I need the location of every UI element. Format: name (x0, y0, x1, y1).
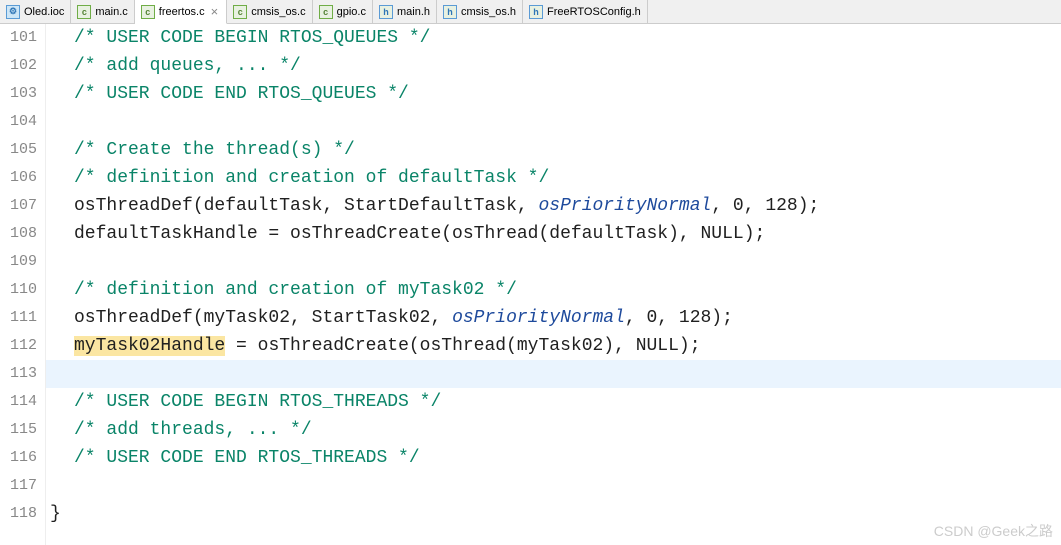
line-number: 106 (0, 164, 37, 192)
code-token: osThreadDef(myTask02, StartTask02, (74, 308, 452, 328)
code-line[interactable]: /* USER CODE BEGIN RTOS_THREADS */ (46, 388, 1061, 416)
line-number: 113 (0, 360, 37, 388)
code-token: /* USER CODE END RTOS_THREADS */ (74, 448, 420, 468)
tab-label: Oled.ioc (24, 6, 64, 18)
code-line[interactable]: /* add threads, ... */ (46, 416, 1061, 444)
editor-area: 1011021031041051061071081091101111121131… (0, 24, 1061, 545)
code-token: /* add threads, ... */ (74, 420, 312, 440)
code-line[interactable]: /* definition and creation of myTask02 *… (46, 276, 1061, 304)
code-token: , 0, 128); (711, 196, 819, 216)
line-number: 114 (0, 388, 37, 416)
h-file-icon: h (379, 5, 393, 19)
code-token: } (50, 504, 61, 524)
code-token: , 0, 128); (625, 308, 733, 328)
code-line[interactable]: osThreadDef(defaultTask, StartDefaultTas… (46, 192, 1061, 220)
line-number: 105 (0, 136, 37, 164)
c-file-icon: c (233, 5, 247, 19)
ioc-file-icon: ⚙ (6, 5, 20, 19)
line-number: 102 (0, 52, 37, 80)
tab-main-c[interactable]: c main.c (71, 0, 134, 23)
tab-cmsis_os-c[interactable]: c cmsis_os.c (227, 0, 312, 23)
tab-label: main.c (95, 6, 127, 18)
line-number: 108 (0, 220, 37, 248)
h-file-icon: h (529, 5, 543, 19)
line-number: 116 (0, 444, 37, 472)
line-number: 111 (0, 304, 37, 332)
line-number: 112 (0, 332, 37, 360)
c-file-icon: c (77, 5, 91, 19)
tab-freertos-c[interactable]: c freertos.c × (135, 0, 227, 24)
code-token: /* add queues, ... */ (74, 56, 301, 76)
code-token: myTask02Handle (74, 336, 225, 356)
code-line[interactable]: /* definition and creation of defaultTas… (46, 164, 1061, 192)
code-token: /* Create the thread(s) */ (74, 140, 355, 160)
code-token: /* USER CODE END RTOS_QUEUES */ (74, 84, 409, 104)
tab-label: gpio.c (337, 6, 366, 18)
code-line[interactable] (46, 472, 1061, 500)
code-line[interactable]: /* Create the thread(s) */ (46, 136, 1061, 164)
close-icon[interactable]: × (209, 4, 221, 19)
line-number: 115 (0, 416, 37, 444)
line-number-gutter: 1011021031041051061071081091101111121131… (0, 24, 46, 545)
code-token: osThreadDef(defaultTask, StartDefaultTas… (74, 196, 538, 216)
tab-freertosconfig-h[interactable]: h FreeRTOSConfig.h (523, 0, 648, 23)
code-token: defaultTaskHandle = osThreadCreate(osThr… (74, 224, 765, 244)
line-number: 109 (0, 248, 37, 276)
line-number: 110 (0, 276, 37, 304)
code-token: osPriorityNormal (538, 196, 711, 216)
code-line[interactable] (46, 248, 1061, 276)
line-number: 104 (0, 108, 37, 136)
line-number: 107 (0, 192, 37, 220)
code-line[interactable] (46, 108, 1061, 136)
code-area[interactable]: /* USER CODE BEGIN RTOS_QUEUES */ /* add … (46, 24, 1061, 545)
code-line[interactable]: myTask02Handle = osThreadCreate(osThread… (46, 332, 1061, 360)
tab-label: freertos.c (159, 6, 205, 18)
code-token: /* definition and creation of myTask02 *… (74, 280, 517, 300)
tab-oled-ioc[interactable]: ⚙ Oled.ioc (0, 0, 71, 23)
code-token: = osThreadCreate(osThread(myTask02), NUL… (225, 336, 700, 356)
tab-gpio-c[interactable]: c gpio.c (313, 0, 373, 23)
code-line[interactable]: /* USER CODE END RTOS_THREADS */ (46, 444, 1061, 472)
code-line[interactable] (46, 360, 1061, 388)
line-number: 101 (0, 24, 37, 52)
h-file-icon: h (443, 5, 457, 19)
editor-tabs: ⚙Oled.ioccmain.ccfreertos.c×ccmsis_os.cc… (0, 0, 1061, 24)
code-token: /* USER CODE BEGIN RTOS_QUEUES */ (74, 28, 430, 48)
code-token: osPriorityNormal (452, 308, 625, 328)
tab-label: main.h (397, 6, 430, 18)
line-number: 103 (0, 80, 37, 108)
code-line[interactable]: /* USER CODE BEGIN RTOS_QUEUES */ (46, 24, 1061, 52)
code-line[interactable]: /* add queues, ... */ (46, 52, 1061, 80)
tab-cmsis_os-h[interactable]: h cmsis_os.h (437, 0, 523, 23)
tab-main-h[interactable]: h main.h (373, 0, 437, 23)
c-file-icon: c (319, 5, 333, 19)
code-line[interactable]: osThreadDef(myTask02, StartTask02, osPri… (46, 304, 1061, 332)
tab-label: FreeRTOSConfig.h (547, 6, 641, 18)
code-token: /* definition and creation of defaultTas… (74, 168, 549, 188)
code-line[interactable]: } (46, 500, 1061, 528)
line-number: 117 (0, 472, 37, 500)
tab-label: cmsis_os.c (251, 6, 305, 18)
tab-label: cmsis_os.h (461, 6, 516, 18)
code-line[interactable]: defaultTaskHandle = osThreadCreate(osThr… (46, 220, 1061, 248)
code-token: /* USER CODE BEGIN RTOS_THREADS */ (74, 392, 441, 412)
line-number: 118 (0, 500, 37, 528)
c-file-icon: c (141, 5, 155, 19)
code-line[interactable]: /* USER CODE END RTOS_QUEUES */ (46, 80, 1061, 108)
